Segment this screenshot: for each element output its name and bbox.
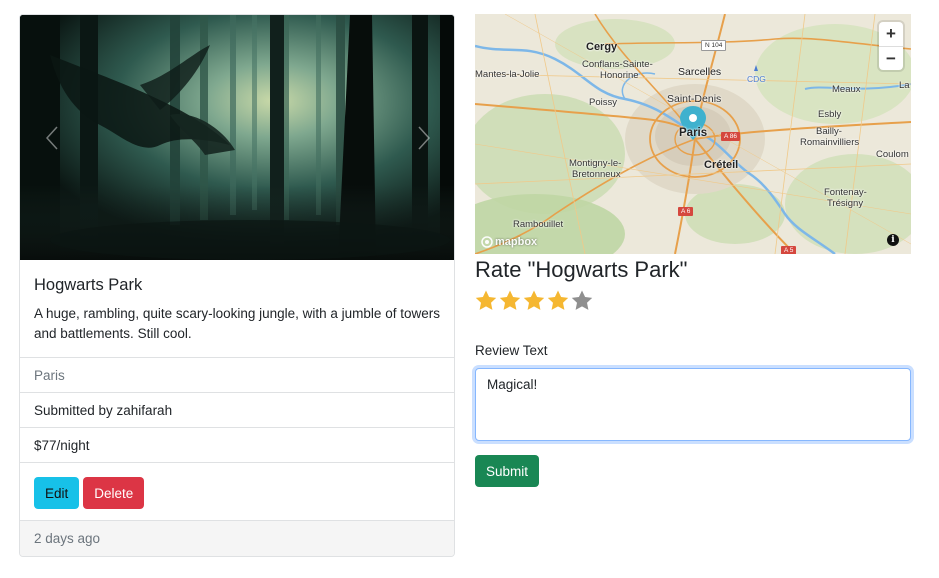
map-label-saint-denis: Saint-Denis <box>667 93 722 105</box>
zoom-in-button[interactable]: + <box>879 22 903 46</box>
mapbox-logo-icon <box>481 236 493 248</box>
forest-image <box>20 15 454 260</box>
image-carousel <box>20 15 454 260</box>
campground-card: Hogwarts Park A huge, rambling, quite sc… <box>19 14 455 557</box>
campground-price: $77/night <box>20 427 454 462</box>
card-footer: 2 days ago <box>20 520 454 556</box>
edit-button[interactable]: Edit <box>34 477 80 509</box>
submitted-by: Submitted by zahifarah <box>20 392 454 427</box>
map-label-bretonneux: Bretonneux <box>572 169 621 180</box>
map-label-sarcelles: Sarcelles <box>678 66 722 78</box>
attribution-info-icon[interactable]: i <box>887 234 899 246</box>
rate-title: Rate "Hogwarts Park" <box>475 257 688 282</box>
card-actions: Edit Delete <box>20 462 454 522</box>
mapbox-logo[interactable]: mapbox <box>481 236 537 248</box>
zoom-out-button[interactable]: − <box>879 46 903 70</box>
map-zoom-controls: + − <box>879 22 903 70</box>
star-filled-icon[interactable] <box>474 289 498 313</box>
posted-time: 2 days ago <box>34 531 101 546</box>
location-map[interactable]: Cergy Conflans-Sainte- Honorine Sarcelle… <box>475 14 911 254</box>
map-label-honorine: Honorine <box>600 70 639 81</box>
carousel-prev-button[interactable] <box>20 15 84 260</box>
card-body: Hogwarts Park A huge, rambling, quite sc… <box>20 260 454 357</box>
map-label-cergy: Cergy <box>586 41 618 53</box>
map-label-mantes: Mantes-la-Jolie <box>475 69 540 80</box>
map-label-coulom: Coulom <box>876 149 909 160</box>
star-filled-icon[interactable] <box>546 289 570 313</box>
review-label: Review Text <box>475 343 548 358</box>
map-label-la-fe: La Fe <box>899 80 911 91</box>
map-label-esbly: Esbly <box>818 109 842 120</box>
map-label-montigny: Montigny-le- <box>569 158 622 169</box>
map-label-paris: Paris <box>679 127 708 139</box>
map-label-tresigny: Trésigny <box>827 198 864 209</box>
star-rating[interactable] <box>474 289 594 313</box>
map-label-rambouillet: Rambouillet <box>513 219 564 230</box>
map-label-romainvilliers: Romainvilliers <box>800 137 860 148</box>
map-label-poissy: Poissy <box>589 97 617 108</box>
road-shield-a6: A 6 <box>678 207 694 216</box>
submit-button[interactable]: Submit <box>475 455 540 487</box>
delete-button[interactable]: Delete <box>83 477 145 509</box>
map-label-cdg: CDG <box>747 74 766 84</box>
star-empty-icon[interactable] <box>570 289 594 313</box>
road-shield-a5: A 5 <box>781 246 797 254</box>
map-label-bailly: Bailly- <box>816 126 842 137</box>
carousel-next-button[interactable] <box>392 15 454 260</box>
star-filled-icon[interactable] <box>498 289 522 313</box>
map-label-creteil: Créteil <box>704 159 739 171</box>
mapbox-logo-text: mapbox <box>495 236 538 248</box>
road-shield-n104: N 104 <box>701 40 727 51</box>
chevron-right-icon <box>418 125 431 150</box>
map-label-fontenay: Fontenay- <box>824 187 867 198</box>
campground-location: Paris <box>20 357 454 392</box>
road-shield-a86: A 86 <box>721 132 741 141</box>
campground-description: A huge, rambling, quite scary-looking ju… <box>34 306 440 341</box>
campground-title: Hogwarts Park <box>34 276 143 294</box>
review-textarea[interactable]: Magical! <box>475 368 911 441</box>
map-label-meaux: Meaux <box>832 84 861 95</box>
map-label-conflans: Conflans-Sainte- <box>582 59 653 70</box>
chevron-left-icon <box>45 125 58 150</box>
star-filled-icon[interactable] <box>522 289 546 313</box>
